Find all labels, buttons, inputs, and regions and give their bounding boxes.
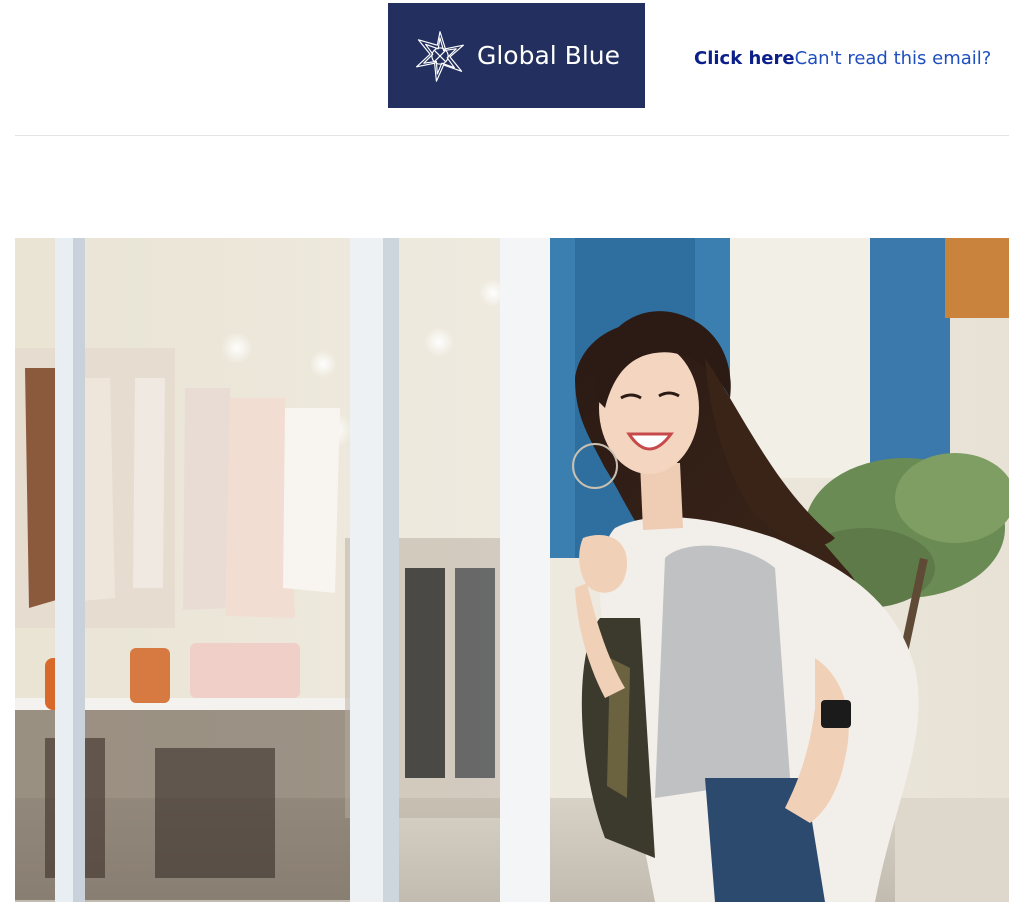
header-divider <box>15 135 1009 136</box>
hero-image[interactable] <box>15 238 1009 902</box>
woman-shopping-photo <box>15 238 1009 902</box>
global-blue-star-icon <box>415 30 464 82</box>
cant-read-email-text: Can't read this email? <box>794 48 992 69</box>
email-page: Global Blue Click hereCan't read this em… <box>0 0 1024 918</box>
view-online-bar: Click hereCan't read this email? <box>694 48 991 70</box>
click-here-link[interactable]: Click here <box>694 48 795 69</box>
logo-wordmark: Global Blue <box>476 41 621 70</box>
global-blue-logo[interactable]: Global Blue <box>388 3 645 108</box>
